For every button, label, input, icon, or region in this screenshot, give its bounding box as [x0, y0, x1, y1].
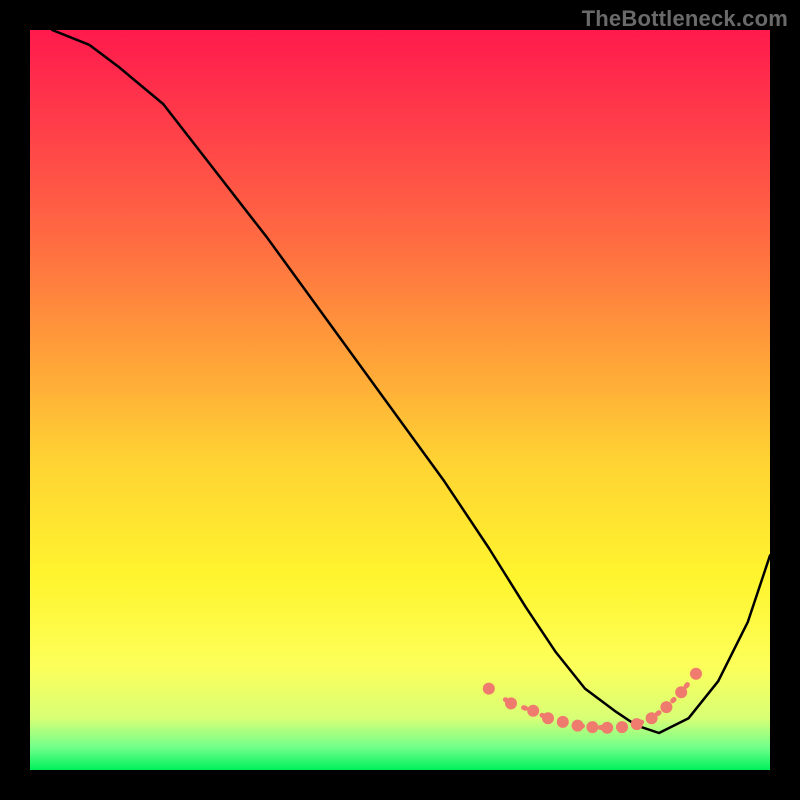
chart-container: TheBottleneck.com	[0, 0, 800, 800]
chart-svg	[30, 30, 770, 770]
watermark-text: TheBottleneck.com	[582, 6, 788, 32]
plot-area	[30, 30, 770, 770]
highlight-dots	[483, 668, 702, 734]
curve-line	[52, 30, 770, 733]
